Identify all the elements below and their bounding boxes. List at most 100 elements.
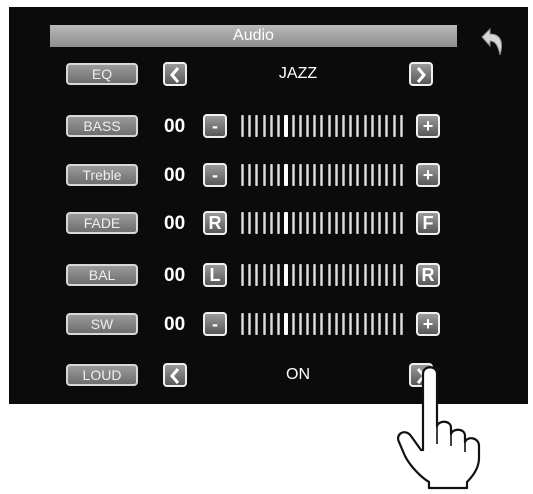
- bass-value: 00: [164, 116, 186, 137]
- fade-button[interactable]: FADE: [66, 212, 138, 234]
- slider-tick: [241, 115, 244, 137]
- slider-tick: [320, 264, 324, 286]
- balance-slider[interactable]: [240, 264, 406, 286]
- subwoofer-decrease-button[interactable]: -: [203, 312, 227, 336]
- balance-right-button[interactable]: R: [416, 263, 440, 287]
- slider-tick: [269, 264, 273, 286]
- slider-tick: [378, 164, 382, 186]
- slider-tick: [277, 212, 281, 234]
- slider-tick: [255, 115, 259, 137]
- slider-tick: [298, 212, 302, 234]
- balance-button[interactable]: BAL: [66, 264, 138, 286]
- slider-tick: [248, 115, 252, 137]
- slider-tick: [334, 212, 338, 234]
- slider-tick: [298, 164, 302, 186]
- slider-tick: [241, 212, 244, 234]
- slider-tick: [313, 115, 317, 137]
- slider-tick: [277, 115, 281, 137]
- balance-value: 00: [164, 265, 186, 286]
- eq-prev-button[interactable]: [163, 62, 187, 86]
- subwoofer-value: 00: [164, 314, 186, 335]
- slider-tick: [378, 212, 382, 234]
- eq-button[interactable]: EQ: [66, 63, 138, 85]
- slider-tick: [305, 313, 309, 335]
- slider-tick: [363, 313, 367, 335]
- treble-decrease-button[interactable]: -: [203, 163, 227, 187]
- slider-tick: [284, 115, 289, 137]
- slider-tick: [305, 164, 309, 186]
- slider-tick: [291, 115, 295, 137]
- slider-tick: [305, 264, 309, 286]
- slider-tick: [399, 164, 403, 186]
- slider-tick: [392, 212, 396, 234]
- subwoofer-slider[interactable]: [240, 313, 406, 335]
- title-bar: Audio: [50, 25, 457, 47]
- slider-tick: [241, 313, 244, 335]
- slider-tick: [277, 164, 281, 186]
- bass-button[interactable]: BASS: [66, 115, 138, 137]
- back-button[interactable]: [478, 27, 506, 57]
- slider-tick: [392, 313, 396, 335]
- slider-tick: [255, 264, 259, 286]
- slider-tick: [269, 164, 273, 186]
- loudness-prev-button[interactable]: [163, 363, 187, 387]
- slider-tick: [291, 264, 295, 286]
- slider-tick: [255, 313, 259, 335]
- chevron-left-icon: [170, 368, 180, 384]
- slider-tick: [356, 264, 360, 286]
- chevron-left-icon: [170, 67, 180, 83]
- balance-left-button[interactable]: L: [203, 263, 227, 287]
- slider-tick: [378, 115, 382, 137]
- slider-tick: [298, 264, 302, 286]
- slider-tick: [284, 212, 289, 234]
- bass-decrease-button[interactable]: -: [203, 114, 227, 138]
- slider-tick: [342, 115, 346, 137]
- slider-tick: [370, 212, 374, 234]
- slider-tick: [363, 115, 367, 137]
- slider-tick: [370, 164, 374, 186]
- slider-tick: [385, 164, 389, 186]
- slider-tick: [392, 264, 396, 286]
- bass-increase-button[interactable]: +: [416, 114, 440, 138]
- slider-tick: [262, 313, 266, 335]
- slider-tick: [349, 264, 353, 286]
- slider-tick: [269, 313, 273, 335]
- slider-tick: [349, 313, 353, 335]
- slider-tick: [241, 164, 244, 186]
- subwoofer-increase-button[interactable]: +: [416, 312, 440, 336]
- slider-tick: [370, 264, 374, 286]
- slider-tick: [334, 115, 338, 137]
- slider-tick: [320, 313, 324, 335]
- slider-tick: [399, 212, 403, 234]
- eq-next-button[interactable]: [409, 62, 433, 86]
- slider-tick: [327, 115, 331, 137]
- fade-rear-button[interactable]: R: [203, 211, 227, 235]
- slider-tick: [342, 164, 346, 186]
- slider-tick: [313, 212, 317, 234]
- slider-tick: [392, 164, 396, 186]
- fade-slider[interactable]: [240, 212, 406, 234]
- slider-tick: [385, 115, 389, 137]
- slider-tick: [248, 212, 252, 234]
- slider-tick: [255, 164, 259, 186]
- slider-tick: [248, 313, 252, 335]
- slider-tick: [248, 264, 252, 286]
- treble-button[interactable]: Treble: [66, 164, 138, 186]
- eq-value: JAZZ: [278, 65, 318, 82]
- fade-front-button[interactable]: F: [416, 211, 440, 235]
- slider-tick: [241, 264, 244, 286]
- subwoofer-button[interactable]: SW: [66, 313, 138, 335]
- slider-tick: [363, 264, 367, 286]
- loudness-button[interactable]: LOUD: [66, 364, 138, 386]
- slider-tick: [269, 115, 273, 137]
- slider-tick: [363, 212, 367, 234]
- treble-slider[interactable]: [240, 164, 406, 186]
- slider-tick: [320, 115, 324, 137]
- slider-tick: [392, 115, 396, 137]
- slider-tick: [284, 313, 289, 335]
- bass-slider[interactable]: [240, 115, 406, 137]
- slider-tick: [277, 313, 281, 335]
- slider-tick: [262, 115, 266, 137]
- slider-tick: [342, 264, 346, 286]
- treble-increase-button[interactable]: +: [416, 163, 440, 187]
